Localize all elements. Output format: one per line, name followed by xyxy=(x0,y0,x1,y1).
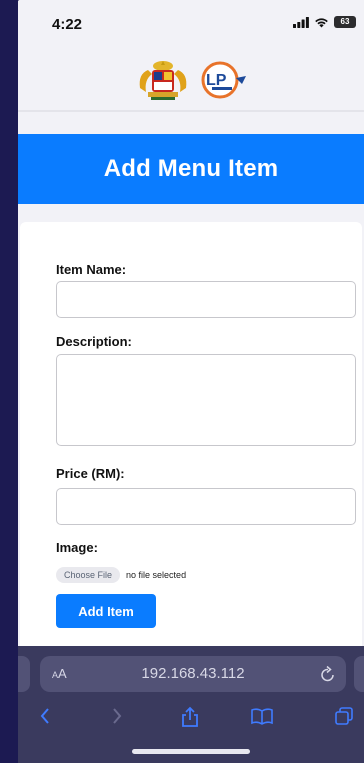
wifi-icon xyxy=(315,17,328,27)
lp-logo: LP xyxy=(201,61,246,99)
page-title: Add Menu Item xyxy=(103,155,279,182)
home-indicator xyxy=(132,749,250,754)
page-header: Add Menu Item xyxy=(18,134,364,204)
back-icon[interactable] xyxy=(38,706,52,726)
share-icon[interactable] xyxy=(180,706,200,728)
file-status: no file selected xyxy=(126,570,187,580)
browser-bottom-bar: AA 192.168.43.112 xyxy=(18,646,364,763)
add-item-button[interactable]: Add Item xyxy=(56,594,156,628)
status-icons: 63 xyxy=(293,14,356,30)
item-name-input[interactable] xyxy=(56,281,356,318)
browser-toolbar xyxy=(18,702,364,732)
price-input[interactable] xyxy=(56,488,356,525)
status-time: 4:22 xyxy=(52,16,83,33)
svg-text:LP: LP xyxy=(206,72,227,89)
choose-file-button[interactable]: Choose File xyxy=(56,567,121,583)
add-menu-item-form: Item Name: Description: Price (RM): Imag… xyxy=(20,222,362,646)
tabs-icon[interactable] xyxy=(334,706,354,726)
forward-icon[interactable] xyxy=(110,706,124,726)
status-bar: 4:22 63 xyxy=(18,0,364,44)
logo-area: LP xyxy=(18,50,364,110)
item-name-label: Item Name: xyxy=(56,262,127,277)
battery-icon: 63 xyxy=(334,16,356,28)
file-picker: Choose File no file selected xyxy=(56,567,186,583)
malaysia-coat-of-arms-logo xyxy=(139,61,187,100)
image-label: Image: xyxy=(56,540,98,555)
previous-tab-peek[interactable] xyxy=(18,656,30,692)
phone-screen: 4:22 63 LP Add Menu Item Item Name: Desc… xyxy=(18,0,364,763)
price-label: Price (RM): xyxy=(56,466,125,481)
next-tab-peek[interactable] xyxy=(354,656,364,692)
divider xyxy=(18,110,364,112)
description-textarea[interactable] xyxy=(56,354,356,446)
signal-icon xyxy=(293,16,309,28)
description-label: Description: xyxy=(56,334,132,349)
address-bar[interactable]: AA 192.168.43.112 xyxy=(40,656,346,692)
reload-icon[interactable] xyxy=(320,665,336,683)
bookmarks-icon[interactable] xyxy=(250,706,274,726)
url-text: 192.168.43.112 xyxy=(141,665,245,682)
